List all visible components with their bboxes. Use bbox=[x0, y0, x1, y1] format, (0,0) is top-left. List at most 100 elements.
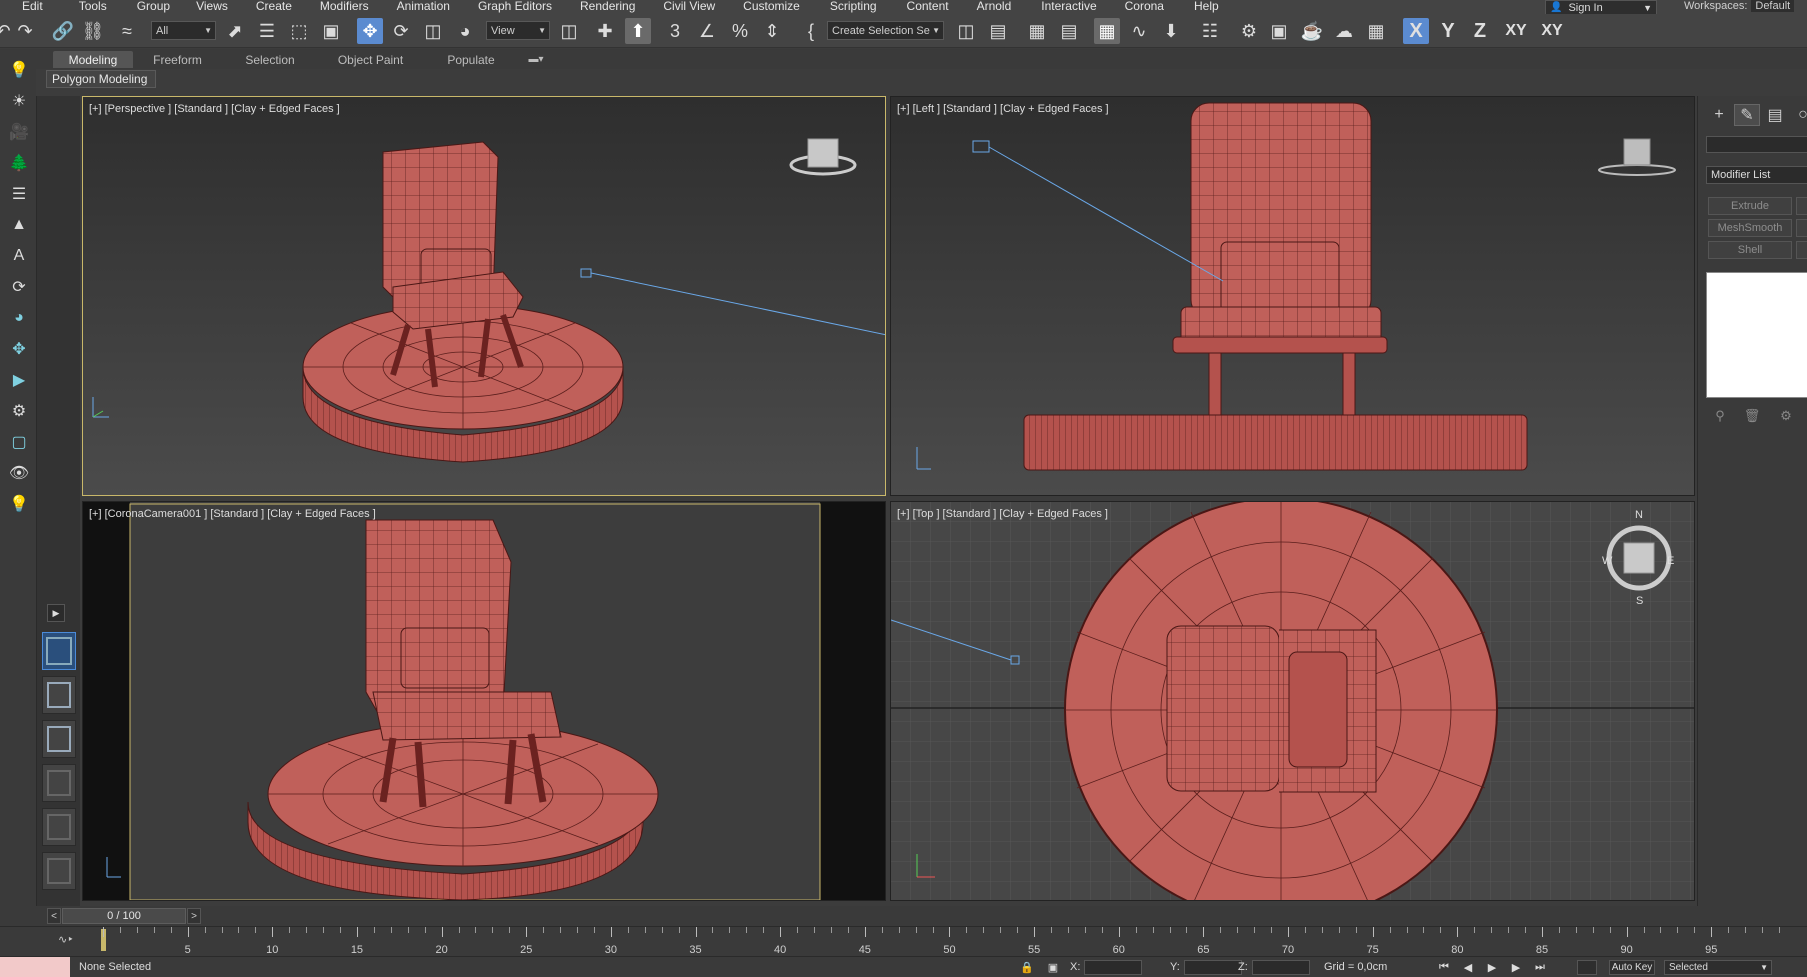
layout-single-a[interactable] bbox=[42, 764, 76, 802]
meshsmooth-side-button[interactable] bbox=[1796, 219, 1807, 237]
menu-tools[interactable]: Tools bbox=[71, 0, 115, 13]
menu-scripting[interactable]: Scripting bbox=[822, 0, 885, 13]
move-icon[interactable]: ✥ bbox=[6, 336, 32, 362]
time-slider[interactable]: 0 / 100 bbox=[62, 908, 186, 924]
menu-graph-editors[interactable]: Graph Editors bbox=[470, 0, 560, 13]
select-and-rotate-icon[interactable]: ⟳ bbox=[388, 18, 414, 44]
shell-side-button[interactable] bbox=[1796, 241, 1807, 259]
ribbon-toggle-icon[interactable]: ▦ bbox=[1094, 18, 1120, 44]
curve-editor-mini-icon[interactable]: ∿‣ bbox=[58, 933, 74, 946]
render-setup-icon[interactable]: ⚙ bbox=[1236, 18, 1262, 44]
sign-in-dropdown[interactable]: 👤 Sign In ▼ bbox=[1545, 0, 1657, 15]
object-name-field[interactable] bbox=[1706, 136, 1807, 153]
tab-modeling[interactable]: Modeling bbox=[53, 51, 133, 68]
axis-z-button[interactable]: Z bbox=[1467, 18, 1493, 44]
menu-views[interactable]: Views bbox=[188, 0, 236, 13]
viewport-label-perspective[interactable]: [+] [Perspective ] [Standard ] [Clay + E… bbox=[89, 103, 340, 115]
select-manipulate-icon[interactable]: ✚ bbox=[592, 18, 618, 44]
meshsmooth-button[interactable]: MeshSmooth bbox=[1708, 219, 1792, 237]
select-object-icon[interactable]: ⬈ bbox=[222, 18, 248, 44]
snaps-toggle-icon[interactable]: 3 bbox=[662, 18, 688, 44]
viewport-label-top[interactable]: [+] [Top ] [Standard ] [Clay + Edged Fac… bbox=[897, 508, 1108, 520]
menu-arnold[interactable]: Arnold bbox=[969, 0, 1020, 13]
rotate-icon[interactable]: ⟳ bbox=[6, 274, 32, 300]
sun-icon[interactable]: ☀ bbox=[6, 88, 32, 114]
redo-icon[interactable]: ↷ bbox=[12, 18, 38, 44]
viewport-camera[interactable]: [+] [CoronaCamera001 ] [Standard ] [Clay… bbox=[82, 501, 886, 901]
letter-a-icon[interactable]: A bbox=[6, 243, 32, 269]
modify-tab-icon[interactable]: ✎ bbox=[1734, 104, 1760, 126]
render-production-icon[interactable]: ☕ bbox=[1299, 18, 1325, 44]
menu-modifiers[interactable]: Modifiers bbox=[312, 0, 377, 13]
track-bar[interactable]: ∿‣ 0510152025303540455055606570758085909… bbox=[0, 926, 1807, 956]
play-icon[interactable]: ▶ bbox=[1484, 960, 1500, 975]
rendered-frame-window-icon[interactable]: ▣ bbox=[1266, 18, 1292, 44]
tab-freeform[interactable]: Freeform bbox=[140, 51, 215, 68]
pivot-point-icon[interactable]: ◫ bbox=[556, 18, 582, 44]
ribbon-options-icon[interactable]: ▬▾ bbox=[522, 51, 550, 68]
configure-modifier-icon[interactable]: ⚙ bbox=[1776, 406, 1796, 426]
polygon-modeling-panel[interactable]: Polygon Modeling bbox=[46, 70, 156, 88]
go-to-start-icon[interactable]: ⏮ bbox=[1436, 960, 1452, 975]
menu-corona[interactable]: Corona bbox=[1117, 0, 1172, 13]
angle-snap-icon[interactable]: ∠ bbox=[694, 18, 720, 44]
menu-create[interactable]: Create bbox=[248, 0, 300, 13]
previous-frame-button[interactable]: < bbox=[47, 908, 61, 924]
unlink-icon[interactable]: ⛓ bbox=[80, 18, 106, 44]
axis-xy-button[interactable]: XY bbox=[1500, 18, 1532, 44]
link-icon[interactable]: 🔗 bbox=[50, 18, 76, 44]
axis-x-button[interactable]: X bbox=[1403, 18, 1429, 44]
menu-group[interactable]: Group bbox=[129, 0, 178, 13]
frame-icon[interactable]: ▢ bbox=[6, 429, 32, 455]
menu-civil-view[interactable]: Civil View bbox=[655, 0, 723, 13]
menu-interactive[interactable]: Interactive bbox=[1033, 0, 1104, 13]
figure-icon[interactable]: ▲ bbox=[6, 212, 32, 238]
menu-animation[interactable]: Animation bbox=[389, 0, 458, 13]
pin-stack-icon[interactable]: ⚲ bbox=[1710, 406, 1730, 426]
extrude-side-button[interactable] bbox=[1796, 197, 1807, 215]
bulb-icon[interactable]: 💡 bbox=[6, 491, 32, 517]
tab-object-paint[interactable]: Object Paint bbox=[328, 51, 413, 68]
menu-help[interactable]: Help bbox=[1186, 0, 1227, 13]
spinner-snap-icon[interactable]: ⇕ bbox=[759, 18, 785, 44]
z-coordinate-field[interactable] bbox=[1252, 960, 1310, 975]
viewport-top[interactable]: [+] [Top ] [Standard ] [Clay + Edged Fac… bbox=[890, 501, 1695, 901]
lock-icon[interactable]: 🔒 bbox=[1019, 960, 1035, 975]
axis-xyz-button[interactable]: XY bbox=[1536, 18, 1568, 44]
go-to-end-icon[interactable]: ⏭ bbox=[1532, 960, 1548, 975]
light-icon[interactable]: 💡 bbox=[6, 57, 32, 83]
mirror-icon[interactable]: ◫ bbox=[953, 18, 979, 44]
viewport-label-left[interactable]: [+] [Left ] [Standard ] [Clay + Edged Fa… bbox=[897, 103, 1109, 115]
select-and-move-icon[interactable]: ✥ bbox=[357, 18, 383, 44]
modifier-stack[interactable] bbox=[1706, 272, 1807, 398]
tab-selection[interactable]: Selection bbox=[230, 51, 310, 68]
workspace-selector[interactable]: Workspaces: Default bbox=[1684, 0, 1795, 12]
named-selection-dropdown[interactable]: Create Selection Se ▼ bbox=[827, 21, 944, 40]
maxscript-listener[interactable] bbox=[0, 957, 70, 977]
shell-button[interactable]: Shell bbox=[1708, 241, 1792, 259]
material-icon[interactable]: ◕ bbox=[6, 305, 32, 331]
bind-space-warp-icon[interactable]: ≈ bbox=[114, 18, 140, 44]
camera-icon[interactable]: 🎥 bbox=[6, 119, 32, 145]
menu-content[interactable]: Content bbox=[899, 0, 957, 13]
list-icon[interactable]: ☰ bbox=[6, 181, 32, 207]
next-key-icon[interactable]: ▶ bbox=[1508, 960, 1524, 975]
key-filter-dropdown[interactable]: Selected ▼ bbox=[1664, 960, 1772, 975]
select-and-place-icon[interactable]: ◕ bbox=[452, 18, 478, 44]
previous-key-icon[interactable]: ◀ bbox=[1460, 960, 1476, 975]
auto-key-button[interactable]: Auto Key bbox=[1609, 960, 1655, 975]
select-by-name-icon[interactable]: ☰ bbox=[254, 18, 280, 44]
material-editor-icon[interactable]: ☷ bbox=[1197, 18, 1223, 44]
rectangular-selection-icon[interactable]: ⬚ bbox=[286, 18, 312, 44]
set-key-button[interactable] bbox=[1577, 960, 1597, 975]
playback-icon[interactable]: ▶ bbox=[6, 367, 32, 393]
layout-two-panes[interactable] bbox=[42, 676, 76, 714]
viewport-perspective[interactable]: [+] [Perspective ] [Standard ] [Clay + E… bbox=[82, 96, 886, 496]
y-coordinate-field[interactable] bbox=[1184, 960, 1242, 975]
transform-mode-icon[interactable]: ▣ bbox=[1045, 960, 1061, 975]
gear-icon[interactable]: ⚙ bbox=[6, 398, 32, 424]
axis-y-button[interactable]: Y bbox=[1435, 18, 1461, 44]
hierarchy-tab-icon[interactable]: ▤ bbox=[1762, 104, 1788, 126]
viewport-left[interactable]: [+] [Left ] [Standard ] [Clay + Edged Fa… bbox=[890, 96, 1695, 496]
x-coordinate-field[interactable] bbox=[1084, 960, 1142, 975]
